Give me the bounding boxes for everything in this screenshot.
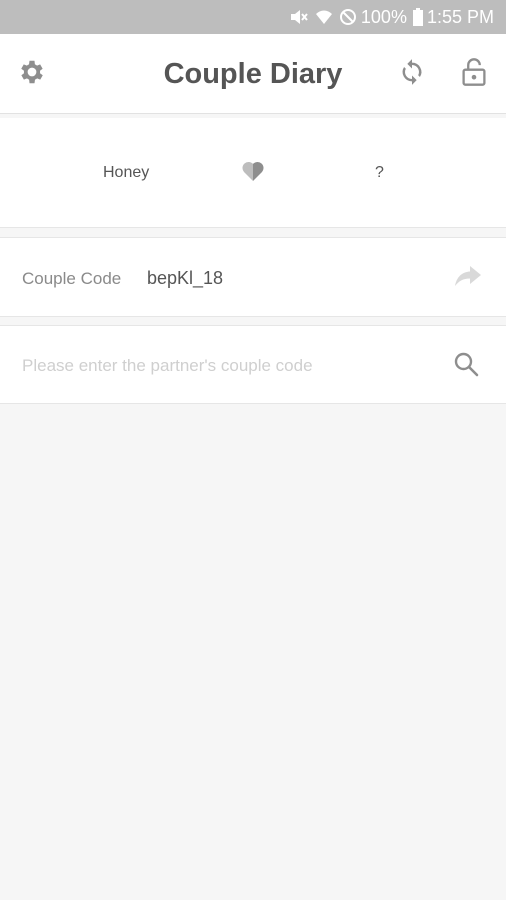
share-arrow-icon bbox=[454, 265, 482, 292]
content-area bbox=[0, 404, 506, 900]
couple-card: Honey ? bbox=[0, 118, 506, 228]
partner-code-search-row bbox=[0, 325, 506, 404]
search-button[interactable] bbox=[448, 348, 484, 384]
app-bar: Couple Diary bbox=[0, 34, 506, 114]
status-bar: 100% 1:55 PM bbox=[0, 0, 506, 34]
couple-code-row: Couple Code bepKl_18 bbox=[0, 237, 506, 317]
partner-code-input[interactable] bbox=[22, 348, 422, 384]
sync-button[interactable] bbox=[394, 56, 430, 92]
share-code-button[interactable] bbox=[450, 262, 486, 294]
couple-code-label: Couple Code bbox=[22, 269, 122, 288]
battery-icon bbox=[412, 8, 423, 26]
search-icon bbox=[453, 351, 479, 382]
page-title: Couple Diary bbox=[163, 58, 343, 90]
lock-button[interactable] bbox=[456, 56, 492, 92]
do-not-disturb-icon bbox=[339, 8, 357, 26]
my-name: Honey bbox=[103, 164, 150, 181]
battery-percent: 100% bbox=[360, 6, 407, 27]
partner-name: ? bbox=[375, 164, 384, 181]
unlock-icon bbox=[460, 57, 488, 92]
wifi-icon bbox=[315, 8, 333, 26]
sync-icon bbox=[398, 58, 426, 91]
clock: 1:55 PM bbox=[426, 6, 494, 27]
mute-icon bbox=[289, 8, 309, 26]
half-heart-icon bbox=[241, 160, 265, 187]
couple-code-value: bepKl_18 bbox=[147, 268, 224, 288]
